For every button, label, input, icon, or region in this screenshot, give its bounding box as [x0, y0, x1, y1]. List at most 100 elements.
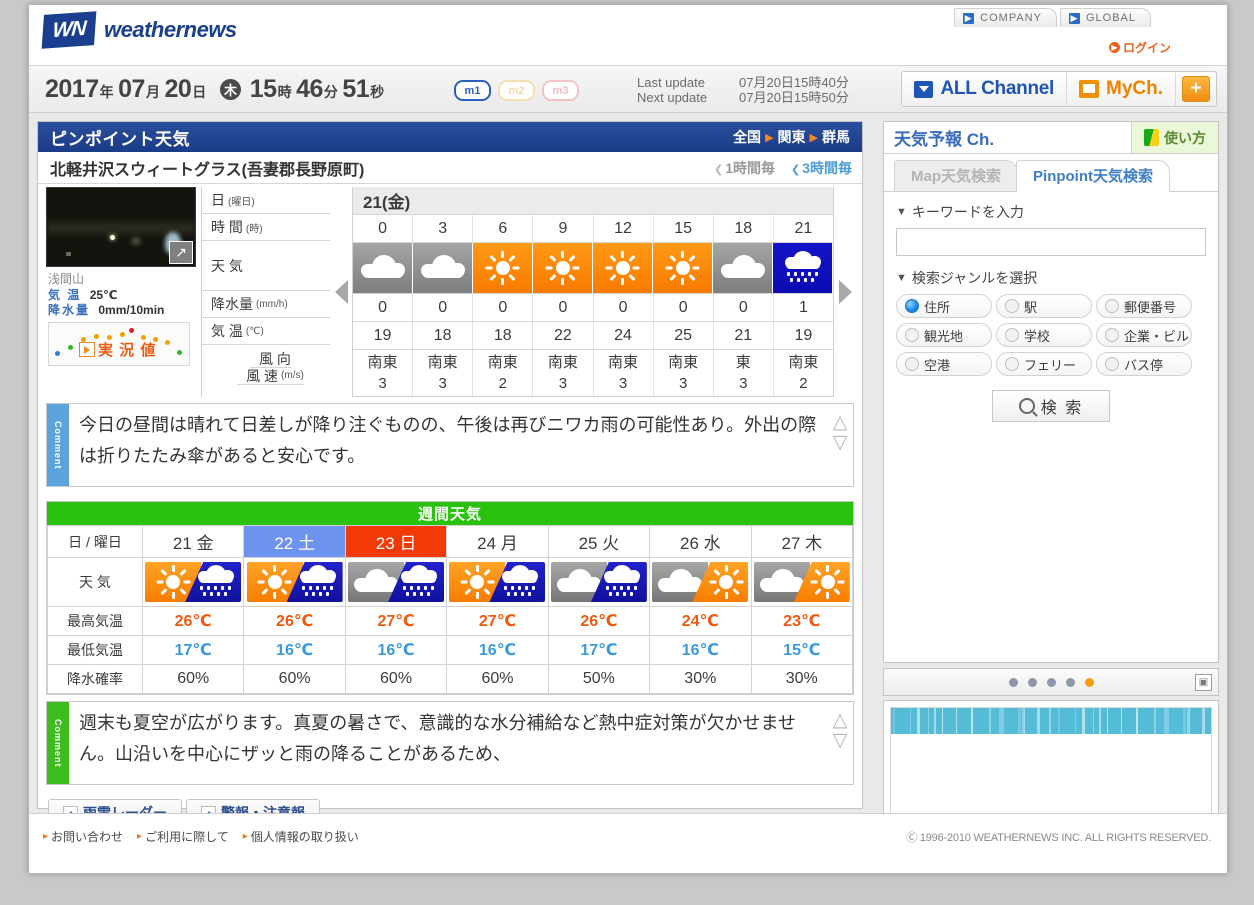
site-logo[interactable]: WN weathernews — [41, 11, 237, 49]
observation-sparkline[interactable]: 実 況 値 — [48, 322, 190, 366]
play-circle-icon: ▶ — [1108, 42, 1120, 53]
label-wind: 風 向 風 速 (m/s) — [202, 345, 330, 391]
genre-option-5[interactable]: 企業・ビル — [1096, 323, 1192, 347]
sidebar-header: 天気予報 Ch. 使い方 — [884, 122, 1218, 154]
tab-global[interactable]: ▶ GLOBAL — [1059, 8, 1151, 27]
comment-scrollbar[interactable]: △ ▽ — [827, 702, 853, 784]
weekly-low-2: 16℃ — [344, 635, 448, 665]
hourly-wind-cell: 南東 2 — [788, 354, 819, 392]
scroll-up-icon[interactable]: △ — [833, 413, 848, 432]
genre-option-1[interactable]: 駅 — [996, 294, 1092, 318]
scroll-down-icon[interactable]: ▽ — [833, 433, 848, 452]
genre-option-4[interactable]: 学校 — [996, 323, 1092, 347]
observation-temp-row: 気 温 25℃ — [48, 288, 201, 303]
search-button[interactable]: 検 索 — [992, 390, 1110, 422]
footer-link-contact[interactable]: ▸ お問い合わせ — [43, 828, 123, 845]
hourly-next-button[interactable] — [834, 187, 856, 397]
page-body: ピンポイント天気 全国 ▶ 関東 ▶ 群馬 北軽井沢スウィートグラス(吾妻郡長野… — [29, 113, 1227, 830]
carousel-dot-1[interactable] — [1027, 677, 1037, 687]
mode-badge-m3[interactable]: m3 — [542, 80, 579, 101]
genre-option-2[interactable]: 郵便番号 — [1096, 294, 1192, 318]
interval-1h-link[interactable]: ❮ 1時間毎 — [714, 158, 775, 178]
weekly-weather-icon-0 — [145, 562, 242, 602]
search-button-label: 検 索 — [1040, 400, 1084, 417]
scroll-up-icon[interactable]: △ — [833, 711, 848, 730]
hourly-temp-cell: 25 — [654, 322, 714, 349]
carousel-dot-0[interactable] — [1008, 677, 1018, 687]
footer-link-privacy[interactable]: ▸ 個人情報の取り扱い — [243, 828, 359, 845]
tab-company[interactable]: ▶ COMPANY — [954, 8, 1057, 27]
hourly-wind-cell: 南東 3 — [533, 350, 594, 396]
hourly-prec-cell: 0 — [413, 294, 474, 321]
genre-option-7[interactable]: フェリー — [996, 352, 1092, 376]
weekly-pop-1: 60% — [243, 664, 346, 694]
genre-option-0[interactable]: 住所 — [896, 294, 992, 318]
weekly-icon-cell — [547, 557, 651, 607]
hourly-temp-cell: 21 — [714, 322, 774, 349]
rain-icon — [602, 565, 642, 599]
radar-preview[interactable] — [883, 700, 1219, 830]
live-camera-image[interactable]: ↗ — [46, 187, 196, 267]
weekly-low-4: 17℃ — [547, 635, 651, 665]
hourly-prev-button[interactable] — [330, 187, 352, 397]
genre-option-8[interactable]: バス停 — [1096, 352, 1192, 376]
hourly-wind-cell: 南東 3 — [594, 350, 654, 396]
scroll-down-icon[interactable]: ▽ — [833, 731, 848, 750]
weather-icon-cloud — [713, 243, 772, 293]
breadcrumb-item-region[interactable]: 関東 — [778, 127, 806, 147]
sidebar-filler — [884, 434, 1218, 662]
weekly-icon-cell — [243, 557, 346, 607]
all-channel-button[interactable]: ALL Channel — [902, 72, 1067, 106]
weekly-weather-icon-5 — [652, 562, 749, 602]
observation-panel: ↗ 浅間山 気 温 25℃ 降水量 0mm/10min 実 況 値 — [46, 187, 201, 397]
cloud-icon — [759, 569, 804, 595]
day-value: 20 — [164, 75, 192, 103]
genre-option-6[interactable]: 空港 — [896, 352, 992, 376]
weekly-low-3: 16℃ — [446, 635, 549, 665]
tab-company-label: COMPANY — [980, 12, 1042, 24]
last-update-value: 07月20日15時40分 — [739, 75, 849, 90]
carousel-dot-3[interactable] — [1065, 677, 1075, 687]
tab-pinpoint-search[interactable]: Pinpoint天気検索 — [1016, 160, 1171, 192]
carousel-dot-4[interactable] — [1084, 677, 1094, 687]
radio-icon — [1005, 328, 1019, 342]
mode-badge-m1[interactable]: m1 — [454, 80, 491, 101]
login-label: ログイン — [1122, 41, 1171, 55]
mode-badge-m2[interactable]: m2 — [498, 80, 535, 101]
sidebar: 天気予報 Ch. 使い方 Map天気検索 Pinpoint天気検索 ▼ キーワー… — [883, 121, 1219, 830]
hourly-temp-cell: 19 — [794, 327, 813, 344]
genre-option-3[interactable]: 観光地 — [896, 323, 992, 347]
hourly-temp-cell: 18 — [413, 322, 474, 349]
label-temp: 気 温 (℃) — [202, 318, 330, 345]
weekly-weather-icon-2 — [348, 562, 445, 602]
cloud-icon — [720, 255, 765, 281]
hourly-grid: 21(金) 0 3 6 9 12 15 18 21 00000001 19 18 18 22 24 25… — [352, 187, 834, 397]
hourly-wind-cell: 南東 3 — [654, 350, 714, 396]
comment-scrollbar[interactable]: △ ▽ — [827, 404, 853, 486]
howto-button[interactable]: 使い方 — [1131, 122, 1218, 153]
sun-icon — [485, 251, 520, 285]
external-link-icon: ▶ — [963, 12, 975, 24]
carousel-bar: ▣ — [883, 668, 1219, 696]
expand-icon[interactable]: ↗ — [169, 241, 193, 264]
hourly-wind-cell: 南東 2 — [473, 350, 534, 396]
login-link[interactable]: ▶ ログイン — [1108, 39, 1171, 56]
forecast-block: ↗ 浅間山 気 温 25℃ 降水量 0mm/10min 実 況 値 日 (曜日)… — [38, 184, 862, 397]
carousel-dot-2[interactable] — [1046, 677, 1056, 687]
weekly-label-high: 最高気温 — [47, 606, 143, 636]
search-input[interactable] — [896, 228, 1206, 256]
close-icon[interactable]: ▣ — [1195, 673, 1212, 691]
live-value-button[interactable]: 実 況 値 — [79, 339, 156, 360]
my-channel-button[interactable]: MyCh. — [1067, 72, 1176, 106]
breadcrumb-item-national[interactable]: 全国 — [733, 127, 761, 147]
weekly-high-0: 26℃ — [141, 606, 245, 636]
breadcrumb-item-prefecture[interactable]: 群馬 — [822, 127, 850, 147]
interval-3h-link[interactable]: ❮ 3時間毎 — [791, 158, 852, 178]
add-channel-button[interactable]: + — [1182, 76, 1210, 102]
footer-link-terms[interactable]: ▸ ご利用に際して — [137, 828, 229, 845]
hourly-temp-cell: 24 — [594, 322, 654, 349]
tab-map-search[interactable]: Map天気検索 — [894, 160, 1019, 191]
last-update-label: Last update — [637, 75, 705, 90]
observation-temp-label: 気 温 — [48, 288, 82, 302]
book-icon — [1144, 129, 1159, 146]
